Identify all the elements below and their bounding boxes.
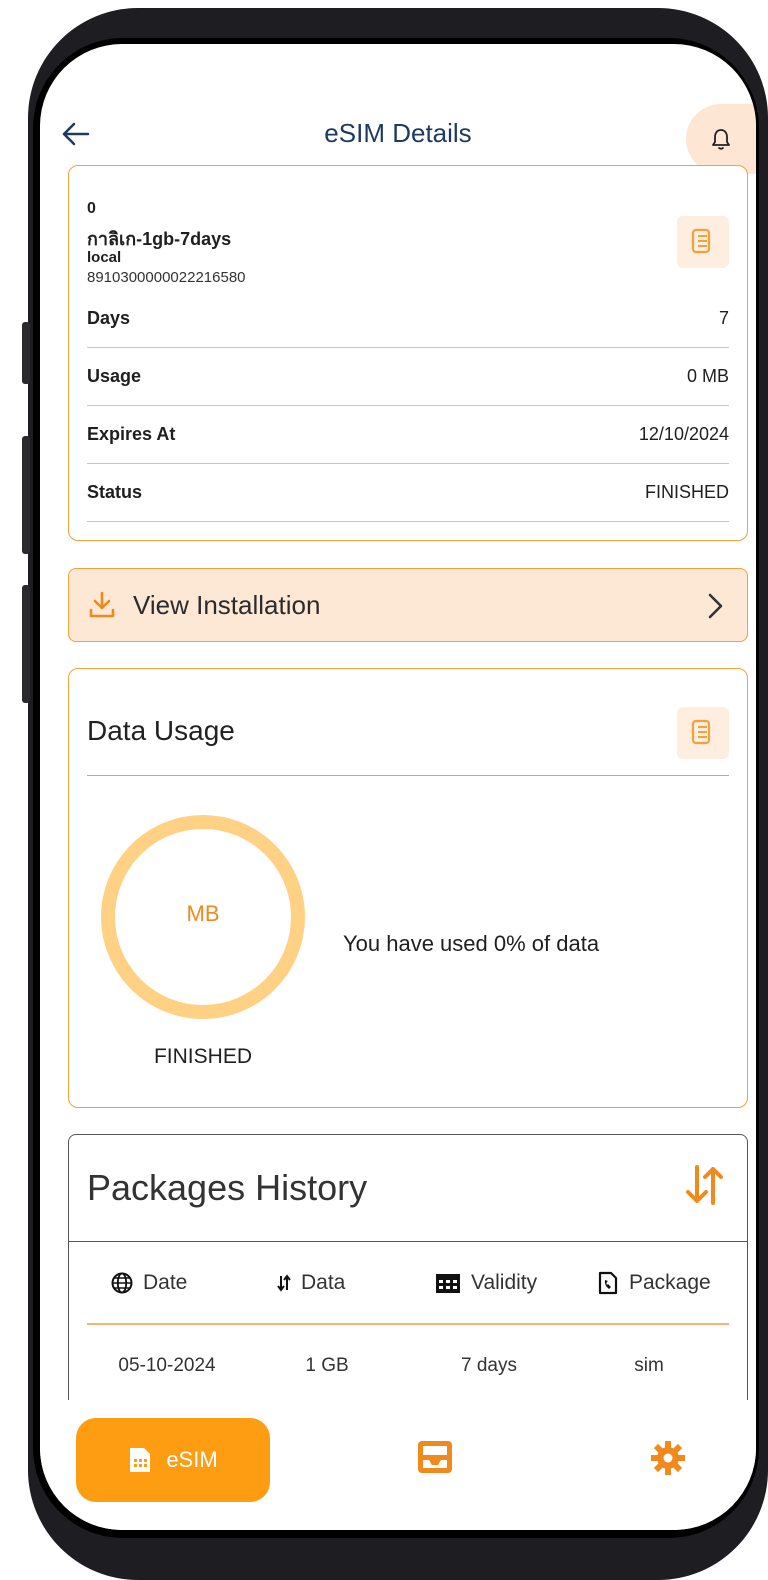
chevron-right-icon	[708, 593, 723, 619]
data-usage-title: Data Usage	[87, 715, 235, 746]
column-date[interactable]: Date	[111, 1265, 187, 1301]
copy-usage-button[interactable]	[677, 707, 729, 759]
download-icon	[89, 591, 115, 618]
cell-package: sim	[634, 1355, 664, 1376]
expires-value: 12/10/2024	[638, 424, 729, 444]
bell-icon	[712, 129, 730, 150]
usage-ring-unit: MB	[186, 901, 220, 926]
copy-icon	[691, 228, 711, 254]
packages-history-title: Packages History	[87, 1167, 368, 1208]
sim-card-icon	[130, 1448, 151, 1472]
header-divider	[87, 1323, 729, 1325]
globe-icon	[111, 1272, 133, 1294]
usage-message: You have used 0% of data	[343, 931, 600, 956]
expires-label: Expires At	[87, 424, 176, 444]
usage-value: 0 MB	[686, 366, 729, 386]
esim-id: 0	[87, 200, 96, 217]
column-package[interactable]: Package	[597, 1265, 711, 1301]
cell-data: 1 GB	[305, 1355, 349, 1376]
phone-icon	[598, 1271, 618, 1295]
column-data-label: Data	[301, 1271, 346, 1294]
copy-icon	[691, 719, 711, 745]
view-installation-label: View Installation	[133, 589, 321, 620]
bottom-nav: eSIM	[40, 1400, 756, 1530]
page-title: eSIM Details	[324, 118, 472, 148]
sort-icon	[277, 1274, 291, 1292]
plan-type: local	[87, 249, 122, 266]
view-installation-button[interactable]: View Installation	[68, 568, 748, 642]
expires-row: Expires At 12/10/2024	[87, 406, 729, 464]
data-usage-card: Data Usage MB FINISHED You have used 0% …	[68, 668, 748, 1108]
volume-down-button	[22, 585, 30, 703]
calendar-icon	[436, 1274, 460, 1293]
status-value: FINISHED	[644, 482, 729, 502]
nav-esim-tab[interactable]: eSIM	[76, 1418, 270, 1502]
status-label: Status	[87, 482, 143, 502]
status-row: Status FINISHED	[87, 464, 729, 522]
copy-iccid-button[interactable]	[677, 216, 729, 268]
column-date-label: Date	[143, 1271, 188, 1294]
column-package-label: Package	[629, 1271, 711, 1294]
usage-divider	[87, 775, 729, 776]
days-label: Days	[87, 308, 131, 328]
iccid: 8910300000022216580	[87, 269, 246, 286]
packages-history-card: Packages History Date Data Validity Pack…	[68, 1134, 748, 1434]
screen: eSIM Details 0 กาลิเก-1gb-7days local 89…	[40, 44, 756, 1530]
history-divider	[69, 1241, 747, 1242]
sort-icon[interactable]	[683, 1161, 727, 1209]
inbox-icon[interactable]	[416, 1438, 454, 1476]
mute-switch	[22, 322, 30, 384]
column-validity-label: Validity	[471, 1271, 538, 1294]
cell-date: 05-10-2024	[118, 1355, 216, 1376]
usage-label: Usage	[87, 366, 142, 386]
volume-up-button	[22, 436, 30, 554]
header: eSIM Details	[40, 104, 756, 174]
gear-icon[interactable]	[650, 1440, 686, 1476]
days-value: 7	[718, 308, 729, 328]
nav-esim-label: eSIM	[166, 1447, 218, 1472]
cell-validity: 7 days	[461, 1355, 517, 1376]
esim-info-card: 0 กาลิเก-1gb-7days local 891030000002221…	[68, 165, 748, 541]
column-validity[interactable]: Validity	[435, 1265, 537, 1301]
usage-row: Usage 0 MB	[87, 348, 729, 406]
usage-status: FINISHED	[153, 1045, 252, 1068]
column-data[interactable]: Data	[277, 1265, 345, 1301]
notifications-button[interactable]	[686, 104, 756, 174]
days-row: Days 7	[87, 290, 729, 348]
